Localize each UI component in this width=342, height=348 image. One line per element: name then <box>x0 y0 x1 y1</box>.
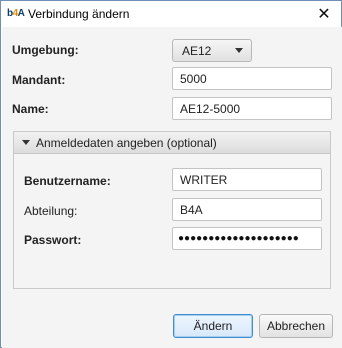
dialog-content: Umgebung: AE12 Mandant: 5000 Name: AE12-… <box>2 27 342 348</box>
department-label: Abteilung: <box>24 204 78 218</box>
title-bar[interactable]: b4A Verbindung ändern ✕ <box>1 1 341 27</box>
username-field[interactable]: WRITER <box>172 168 322 191</box>
app-logo-icon: b4A <box>7 8 25 19</box>
password-field[interactable]: ●●●●●●●●●●●●●●●●●●●● <box>172 227 322 250</box>
password-masked-value: ●●●●●●●●●●●●●●●●●●●● <box>178 233 299 244</box>
save-button[interactable]: Ändern <box>173 314 253 338</box>
window-title: Verbindung ändern <box>28 7 130 21</box>
dialog-window: b4A Verbindung ändern ✕ Umgebung: AE12 M… <box>0 0 342 348</box>
cancel-button[interactable]: Abbrechen <box>259 314 333 338</box>
department-field[interactable]: B4A <box>172 198 322 221</box>
name-field[interactable]: AE12-5000 <box>172 97 332 120</box>
environment-label: Umgebung: <box>12 43 79 57</box>
client-label: Mandant: <box>12 73 66 87</box>
environment-value: AE12 <box>182 43 212 58</box>
credentials-section-title: Anmeldedaten angeben (optional) <box>36 135 217 150</box>
chevron-down-icon <box>235 48 243 53</box>
username-label: Benutzername: <box>24 174 111 188</box>
name-label: Name: <box>12 102 49 116</box>
environment-select[interactable]: AE12 <box>172 39 252 62</box>
password-label: Passwort: <box>24 233 82 247</box>
close-icon[interactable]: ✕ <box>311 3 337 25</box>
client-field[interactable]: 5000 <box>172 67 332 90</box>
credentials-section-toggle[interactable]: Anmeldedaten angeben (optional) <box>14 132 330 154</box>
credentials-section: Anmeldedaten angeben (optional) Benutzer… <box>13 131 331 289</box>
expand-triangle-icon <box>22 140 30 145</box>
